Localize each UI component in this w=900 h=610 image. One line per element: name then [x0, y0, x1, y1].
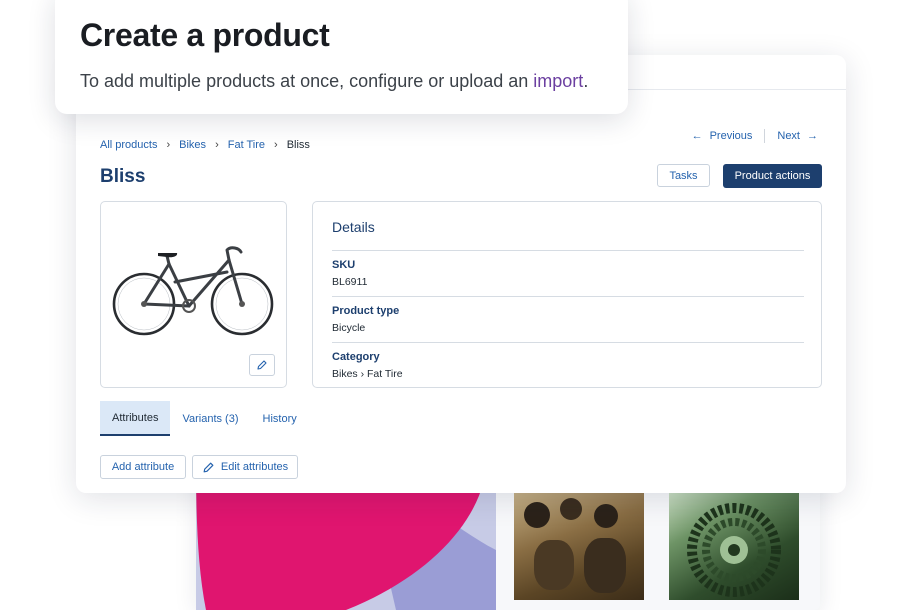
detail-label: SKU — [332, 259, 356, 271]
arrow-right-icon: → — [807, 130, 818, 142]
cyclists-photo — [514, 490, 644, 600]
page-heading: Create a product — [80, 17, 330, 53]
tab-attributes[interactable]: Attributes — [100, 401, 171, 436]
heading-card: Create a product To add multiple product… — [55, 0, 628, 114]
product-actions-button[interactable]: Product actions — [723, 164, 822, 188]
add-attribute-button[interactable]: Add attribute — [100, 455, 186, 479]
description-text: To add multiple products at once, config… — [80, 71, 534, 91]
tasks-button[interactable]: Tasks — [657, 164, 710, 187]
breadcrumb-bikes[interactable]: Bikes — [179, 139, 206, 151]
record-pager: ← Previous Next → — [692, 129, 818, 143]
edit-attributes-button[interactable]: Edit attributes — [192, 455, 298, 479]
previous-button[interactable]: ← Previous — [692, 130, 753, 142]
detail-value: BL6911 — [332, 276, 368, 288]
detail-row-product-type: Product type Bicycle — [332, 296, 804, 334]
detail-label: Product type — [332, 305, 400, 317]
arrow-left-icon: ← — [691, 130, 703, 142]
edit-image-button[interactable] — [249, 354, 275, 376]
next-button[interactable]: Next → — [777, 130, 818, 142]
pager-divider — [764, 129, 766, 143]
details-title: Details — [332, 219, 375, 235]
chevron-right-icon: › — [215, 139, 219, 151]
product-tabs: Attributes Variants (3) History — [100, 401, 309, 436]
chevron-right-icon: › — [166, 139, 171, 151]
tab-history[interactable]: History — [251, 401, 309, 436]
breadcrumb-current: Bliss — [286, 139, 310, 151]
detail-value: Bicycle — [332, 322, 366, 334]
next-label: Next — [777, 130, 800, 142]
product-detail-card: All products › Bikes › Fat Tire › Bliss … — [76, 55, 846, 493]
breadcrumb-all-products[interactable]: All products — [100, 139, 157, 151]
tab-variants[interactable]: Variants (3) — [170, 401, 250, 436]
detail-label: Category — [332, 351, 380, 363]
detail-value: Bikes › Fat Tire — [332, 368, 403, 380]
detail-row-sku: SKU BL6911 — [332, 250, 804, 288]
bike-gears-photo — [669, 490, 799, 600]
product-title: Bliss — [100, 166, 146, 187]
pencil-icon — [203, 462, 214, 472]
description-period: . — [583, 71, 589, 91]
previous-label: Previous — [709, 130, 753, 142]
breadcrumb: All products › Bikes › Fat Tire › Bliss — [100, 139, 310, 151]
details-panel: Details SKU BL6911 Product type Bicycle … — [312, 201, 822, 388]
edit-attributes-label: Edit attributes — [220, 461, 289, 473]
chevron-right-icon: › — [274, 139, 278, 151]
import-link[interactable]: import — [533, 71, 583, 91]
detail-row-category: Category Bikes › Fat Tire — [332, 342, 804, 380]
bicycle-image — [112, 246, 274, 336]
breadcrumb-fat-tire[interactable]: Fat Tire — [228, 139, 265, 151]
pencil-icon — [257, 360, 267, 370]
heading-description: To add multiple products at once, config… — [80, 71, 588, 92]
product-image-panel — [100, 201, 287, 388]
